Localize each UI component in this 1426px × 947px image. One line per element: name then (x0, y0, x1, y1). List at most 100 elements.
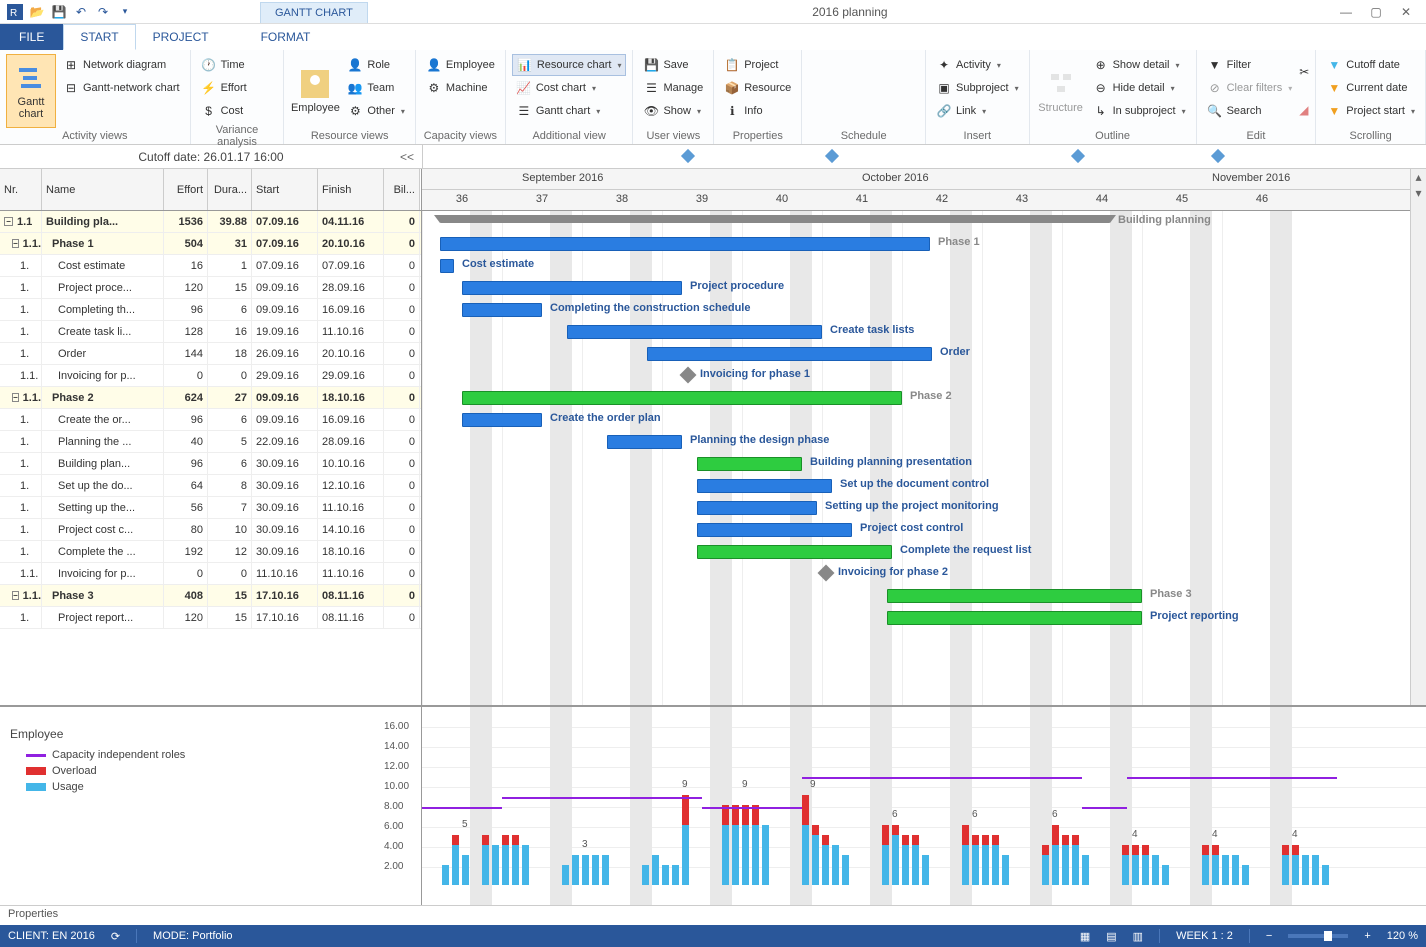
undo-icon[interactable]: ↶ (72, 3, 90, 21)
other-button[interactable]: ⚙Other▾ (343, 100, 409, 122)
col-header-start[interactable]: Start (252, 169, 318, 210)
expander-icon[interactable]: − (12, 239, 19, 248)
tab-file[interactable]: FILE (0, 24, 63, 50)
save-icon[interactable]: 💾 (50, 3, 68, 21)
close-icon[interactable]: ✕ (1392, 2, 1420, 22)
eraser-icon[interactable]: ◢ (1299, 103, 1309, 117)
gantt-network-button[interactable]: ⊟Gantt-network chart (59, 77, 184, 99)
gantt-bar[interactable] (462, 413, 542, 427)
task-row[interactable]: 1.Project proce...1201509.09.1628.09.160 (0, 277, 421, 299)
gantt-bar[interactable] (440, 237, 930, 251)
gantt-bar[interactable] (647, 347, 932, 361)
show-button[interactable]: 👁Show▾ (639, 100, 707, 122)
col-header-bill[interactable]: Bil... (384, 169, 420, 210)
link-button[interactable]: 🔗Link▾ (932, 100, 1023, 122)
gantt-bar[interactable] (607, 435, 682, 449)
task-row[interactable]: 1.Order1441826.09.1620.10.160 (0, 343, 421, 365)
expander-icon[interactable]: − (4, 217, 13, 226)
resource-props-button[interactable]: 📦Resource (720, 77, 795, 99)
open-icon[interactable]: 📂 (28, 3, 46, 21)
cut-icon[interactable]: ✂ (1299, 65, 1309, 79)
refresh-icon[interactable]: ⟳ (111, 930, 120, 943)
effort-button[interactable]: ⚡Effort (197, 77, 251, 99)
view-icon-2[interactable]: ▤ (1106, 930, 1116, 943)
task-row[interactable]: 1.Cost estimate16107.09.1607.09.160 (0, 255, 421, 277)
gantt-bar[interactable] (697, 545, 892, 559)
zoom-in-icon[interactable]: + (1364, 930, 1370, 942)
task-row[interactable]: −1.1.Phase 34081517.10.1608.11.160 (0, 585, 421, 607)
gantt-chart-small-button[interactable]: ☰Gantt chart▾ (512, 100, 627, 122)
time-button[interactable]: 🕐Time (197, 54, 251, 76)
qat-dropdown-icon[interactable]: ▾ (116, 3, 134, 21)
task-row[interactable]: −1.1.Phase 15043107.09.1620.10.160 (0, 233, 421, 255)
col-header-name[interactable]: Name (42, 169, 164, 210)
project-start-button[interactable]: ▼Project start▾ (1322, 100, 1419, 122)
gantt-bar[interactable] (887, 589, 1142, 603)
filter-button[interactable]: ▼Filter (1203, 54, 1297, 76)
team-button[interactable]: 👥Team (343, 77, 409, 99)
col-header-duration[interactable]: Dura... (208, 169, 252, 210)
gantt-bar[interactable] (462, 303, 542, 317)
scroll-up-icon[interactable]: ▴ (1411, 169, 1426, 185)
tab-format[interactable]: FORMAT (244, 24, 328, 50)
redo-icon[interactable]: ↷ (94, 3, 112, 21)
resource-chart-button[interactable]: 📊Resource chart▾ (512, 54, 627, 76)
cap-employee-button[interactable]: 👤Employee (422, 54, 499, 76)
vertical-scrollbar[interactable]: ▴ ▾ (1410, 169, 1426, 705)
minimize-icon[interactable]: — (1332, 2, 1360, 22)
task-row[interactable]: 1.Create task li...1281619.09.1611.10.16… (0, 321, 421, 343)
task-row[interactable]: 1.Project cost c...801030.09.1614.10.160 (0, 519, 421, 541)
gantt-bar[interactable] (697, 523, 852, 537)
structure-button[interactable]: Structure (1036, 54, 1086, 128)
task-row[interactable]: 1.1.Invoicing for p...0029.09.1629.09.16… (0, 365, 421, 387)
gantt-bar[interactable] (462, 281, 682, 295)
col-header-nr[interactable]: Nr. (0, 169, 42, 210)
task-row[interactable]: 1.Complete the ...1921230.09.1618.10.160 (0, 541, 421, 563)
gantt-bar[interactable] (697, 479, 832, 493)
view-icon-3[interactable]: ▥ (1133, 930, 1143, 943)
task-row[interactable]: 1.1.Invoicing for p...0011.10.1611.10.16… (0, 563, 421, 585)
task-row[interactable]: −1.1Building pla...153639.8807.09.1604.1… (0, 211, 421, 233)
network-diagram-button[interactable]: ⊞Network diagram (59, 54, 184, 76)
gantt-chart[interactable]: September 2016October 2016November 2016 … (422, 169, 1426, 705)
activity-button[interactable]: ✦Activity▾ (932, 54, 1023, 76)
current-date-button[interactable]: ▼Current date (1322, 77, 1419, 99)
show-detail-button[interactable]: ⊕Show detail▾ (1089, 54, 1190, 76)
zoom-out-icon[interactable]: − (1266, 930, 1272, 942)
gantt-bar[interactable] (887, 611, 1142, 625)
app-icon[interactable]: R (6, 3, 24, 21)
maximize-icon[interactable]: ▢ (1362, 2, 1390, 22)
manage-button[interactable]: ☰Manage (639, 77, 707, 99)
cap-machine-button[interactable]: ⚙Machine (422, 77, 499, 99)
task-row[interactable]: 1.Planning the ...40522.09.1628.09.160 (0, 431, 421, 453)
gantt-chart-button[interactable]: Gantt chart (6, 54, 56, 128)
gantt-bar[interactable] (697, 457, 802, 471)
task-row[interactable]: 1.Setting up the...56730.09.1611.10.160 (0, 497, 421, 519)
search-button[interactable]: 🔍Search (1203, 100, 1297, 122)
save-view-button[interactable]: 💾Save (639, 54, 707, 76)
subproject-button[interactable]: ▣Subproject▾ (932, 77, 1023, 99)
clear-filters-button[interactable]: ⊘Clear filters▾ (1203, 77, 1297, 99)
info-button[interactable]: ℹInfo (720, 100, 795, 122)
cost-button[interactable]: $Cost (197, 100, 251, 122)
cost-chart-button[interactable]: 📈Cost chart▾ (512, 77, 627, 99)
project-props-button[interactable]: 📋Project (720, 54, 795, 76)
zoom-slider[interactable] (1288, 934, 1348, 938)
expander-icon[interactable]: − (12, 393, 19, 402)
employee-button[interactable]: Employee (290, 54, 340, 128)
hide-detail-button[interactable]: ⊖Hide detail▾ (1089, 77, 1190, 99)
role-button[interactable]: 👤Role (343, 54, 409, 76)
gantt-bar[interactable] (440, 259, 454, 273)
tab-project[interactable]: PROJECT (136, 24, 226, 50)
gantt-bar[interactable] (697, 501, 817, 515)
tab-start[interactable]: START (63, 24, 135, 50)
col-header-effort[interactable]: Effort (164, 169, 208, 210)
task-row[interactable]: −1.1.Phase 26242709.09.1618.10.160 (0, 387, 421, 409)
view-icon-1[interactable]: ▦ (1080, 930, 1090, 943)
collapse-task-pane[interactable]: << (400, 150, 414, 164)
task-row[interactable]: 1.Project report...1201517.10.1608.11.16… (0, 607, 421, 629)
cutoff-date-button[interactable]: ▼Cutoff date (1322, 54, 1419, 76)
task-row[interactable]: 1.Completing th...96609.09.1616.09.160 (0, 299, 421, 321)
expander-icon[interactable]: − (12, 591, 19, 600)
task-row[interactable]: 1.Set up the do...64830.09.1612.10.160 (0, 475, 421, 497)
